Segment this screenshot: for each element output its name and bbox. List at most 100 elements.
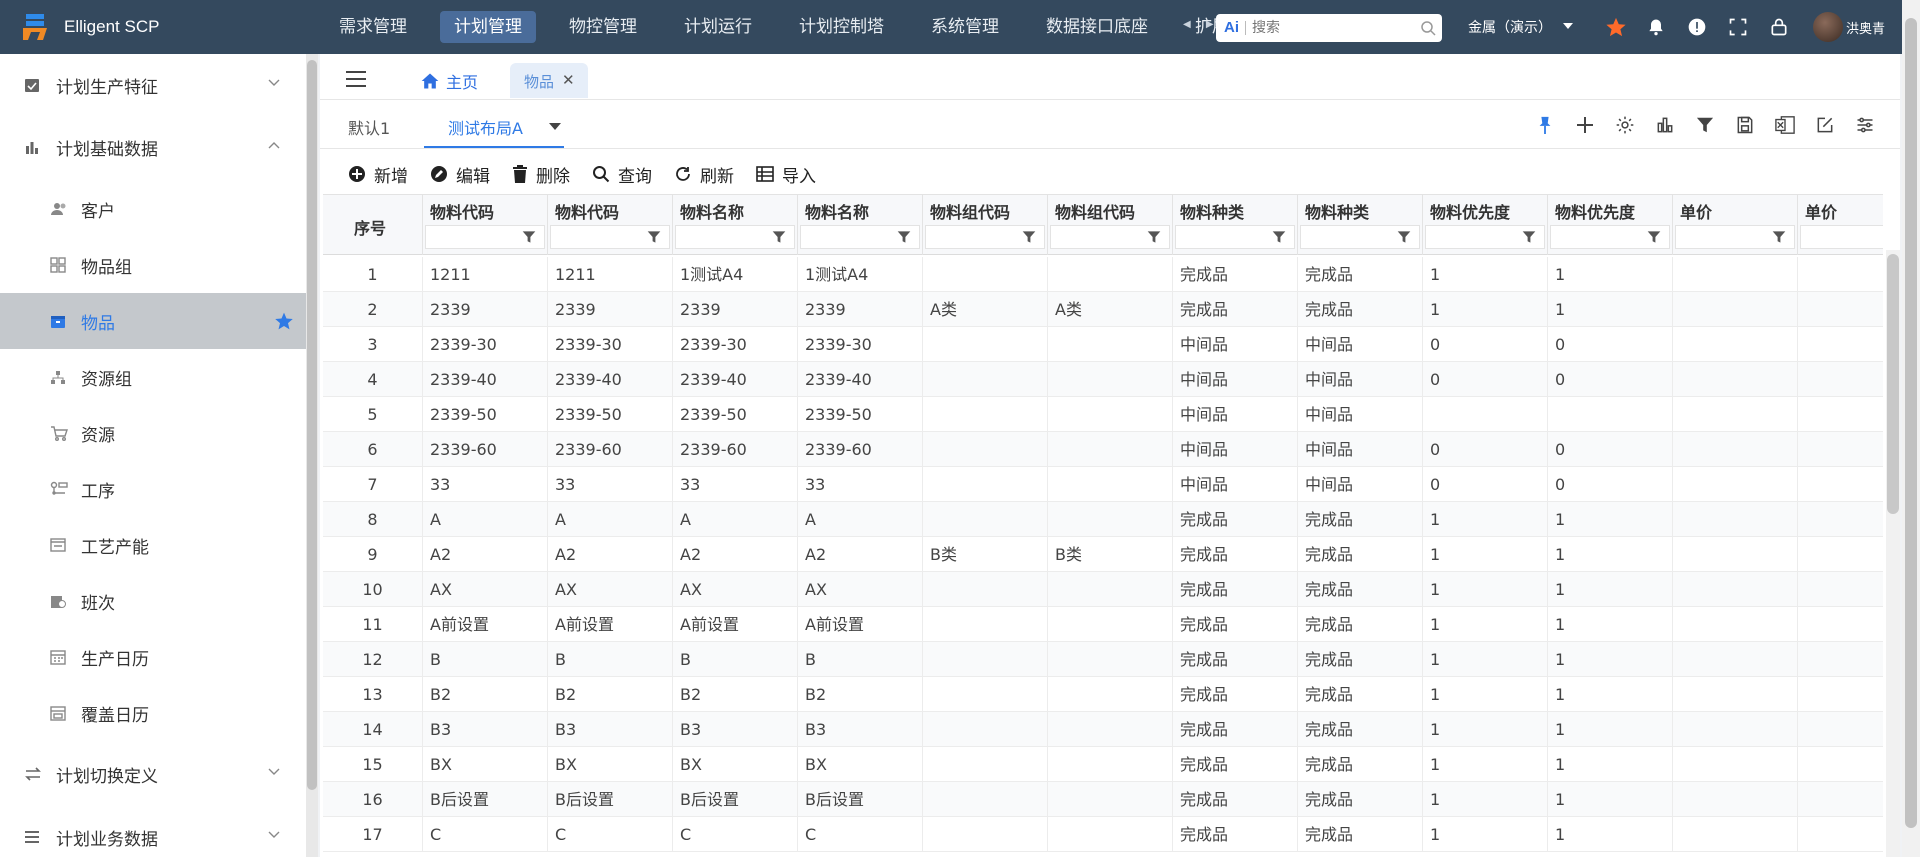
nav-scroll-arrows[interactable]: ◀ ▶ bbox=[1183, 19, 1220, 30]
table-cell[interactable]: 完成品 bbox=[1173, 292, 1298, 327]
table-cell[interactable]: 完成品 bbox=[1298, 502, 1423, 537]
gear-icon[interactable] bbox=[1612, 113, 1638, 137]
table-cell[interactable]: 0 bbox=[1548, 327, 1673, 362]
table-cell[interactable]: C bbox=[798, 817, 923, 852]
grid-scrollbar-thumb[interactable] bbox=[1887, 254, 1899, 514]
row-index-cell[interactable]: 3 bbox=[323, 327, 423, 362]
table-cell[interactable] bbox=[1048, 817, 1173, 852]
table-cell[interactable]: 完成品 bbox=[1298, 257, 1423, 292]
table-cell[interactable]: 完成品 bbox=[1173, 642, 1298, 677]
table-cell[interactable]: 2339-30 bbox=[798, 327, 923, 362]
chevron-down-icon[interactable] bbox=[549, 123, 561, 130]
table-cell[interactable] bbox=[923, 607, 1048, 642]
table-cell[interactable]: A2 bbox=[423, 537, 548, 572]
table-cell[interactable] bbox=[1798, 747, 1883, 782]
table-row[interactable]: 3 2339-30 2339-30 2339-30 2339-30 中间品 中间品 0 0 bbox=[323, 327, 1883, 362]
filter-icon[interactable] bbox=[1647, 230, 1661, 244]
table-cell[interactable] bbox=[1048, 677, 1173, 712]
table-cell[interactable] bbox=[923, 677, 1048, 712]
table-cell[interactable]: 0 bbox=[1548, 467, 1673, 502]
table-cell[interactable]: B bbox=[423, 642, 548, 677]
table-cell[interactable] bbox=[1673, 817, 1798, 852]
tab-items[interactable]: 物品 ✕ bbox=[510, 63, 588, 98]
table-row[interactable]: 14 B3 B3 B3 B3 完成品 完成品 1 1 bbox=[323, 712, 1883, 747]
table-cell[interactable] bbox=[1048, 257, 1173, 292]
table-cell[interactable] bbox=[1048, 572, 1173, 607]
nav-item-6[interactable]: 数据接口底座 bbox=[1032, 11, 1162, 43]
table-cell[interactable]: 中间品 bbox=[1173, 362, 1298, 397]
table-row[interactable]: 9 A2 A2 A2 A2 B类 B类 完成品 完成品 1 1 bbox=[323, 537, 1883, 572]
nav-item-5[interactable]: 系统管理 bbox=[917, 11, 1013, 43]
sidebar-item-0[interactable]: 客户 bbox=[0, 181, 306, 237]
table-cell[interactable]: 中间品 bbox=[1298, 362, 1423, 397]
table-cell[interactable]: B bbox=[548, 642, 673, 677]
table-cell[interactable] bbox=[1673, 642, 1798, 677]
table-cell[interactable]: 0 bbox=[1423, 467, 1548, 502]
table-cell[interactable]: 中间品 bbox=[1173, 327, 1298, 362]
table-cell[interactable]: 2339-50 bbox=[798, 397, 923, 432]
table-cell[interactable] bbox=[1798, 712, 1883, 747]
table-cell[interactable] bbox=[923, 362, 1048, 397]
row-index-cell[interactable]: 1 bbox=[323, 257, 423, 292]
table-cell[interactable] bbox=[1798, 782, 1883, 817]
nav-item-2[interactable]: 物控管理 bbox=[555, 11, 651, 43]
table-cell[interactable] bbox=[1798, 642, 1883, 677]
table-cell[interactable]: C bbox=[548, 817, 673, 852]
table-cell[interactable]: 2339 bbox=[673, 292, 798, 327]
table-cell[interactable]: 完成品 bbox=[1173, 502, 1298, 537]
row-index-cell[interactable]: 10 bbox=[323, 572, 423, 607]
table-cell[interactable] bbox=[1048, 712, 1173, 747]
add-button[interactable]: 新增 bbox=[348, 154, 408, 194]
table-cell[interactable]: A类 bbox=[923, 292, 1048, 327]
edit-export-icon[interactable] bbox=[1812, 113, 1838, 137]
table-cell[interactable] bbox=[1673, 572, 1798, 607]
table-cell[interactable]: 中间品 bbox=[1298, 397, 1423, 432]
table-cell[interactable] bbox=[1673, 747, 1798, 782]
sidebar-item-7[interactable]: 班次 bbox=[0, 573, 306, 629]
table-cell[interactable]: 2339 bbox=[423, 292, 548, 327]
lock-icon[interactable] bbox=[1767, 15, 1791, 39]
row-index-cell[interactable]: 15 bbox=[323, 747, 423, 782]
table-row[interactable]: 17 C C C C 完成品 完成品 1 1 bbox=[323, 817, 1883, 852]
table-cell[interactable]: 0 bbox=[1423, 432, 1548, 467]
table-cell[interactable]: 1 bbox=[1548, 817, 1673, 852]
table-cell[interactable]: 中间品 bbox=[1173, 467, 1298, 502]
sidebar-item-1[interactable]: 物品组 bbox=[0, 237, 306, 293]
sidebar-item-8[interactable]: 生产日历 bbox=[0, 629, 306, 685]
table-cell[interactable]: 2339-30 bbox=[673, 327, 798, 362]
table-cell[interactable]: 1 bbox=[1548, 257, 1673, 292]
nav-item-4[interactable]: 计划控制塔 bbox=[785, 11, 898, 43]
favorite-star-icon[interactable] bbox=[274, 311, 294, 331]
table-cell[interactable]: 完成品 bbox=[1298, 642, 1423, 677]
table-cell[interactable]: B后设置 bbox=[548, 782, 673, 817]
table-cell[interactable]: 2339 bbox=[548, 292, 673, 327]
nav-item-1[interactable]: 计划管理 bbox=[440, 11, 536, 43]
table-cell[interactable]: 33 bbox=[798, 467, 923, 502]
table-cell[interactable]: 1 bbox=[1423, 782, 1548, 817]
page-scroll-thumb[interactable] bbox=[1905, 18, 1917, 828]
row-index-cell[interactable]: 6 bbox=[323, 432, 423, 467]
table-cell[interactable] bbox=[1548, 397, 1673, 432]
filter-icon[interactable] bbox=[1147, 230, 1161, 244]
table-cell[interactable]: A2 bbox=[798, 537, 923, 572]
table-cell[interactable]: B3 bbox=[798, 712, 923, 747]
filter-icon[interactable] bbox=[897, 230, 911, 244]
query-button[interactable]: 查询 bbox=[592, 154, 652, 194]
column-header-7[interactable]: 物料种类 bbox=[1173, 195, 1298, 255]
table-cell[interactable] bbox=[1673, 712, 1798, 747]
sidebar-group-3[interactable]: 计划业务数据 bbox=[0, 809, 306, 857]
filter-icon[interactable] bbox=[772, 230, 786, 244]
sidebar-item-9[interactable]: 覆盖日历 bbox=[0, 685, 306, 741]
table-cell[interactable] bbox=[923, 572, 1048, 607]
table-cell[interactable]: 1 bbox=[1548, 607, 1673, 642]
table-cell[interactable]: B2 bbox=[423, 677, 548, 712]
sidebar-item-6[interactable]: 工艺产能 bbox=[0, 517, 306, 573]
table-cell[interactable]: A前设置 bbox=[548, 607, 673, 642]
row-index-cell[interactable]: 11 bbox=[323, 607, 423, 642]
table-cell[interactable]: B2 bbox=[673, 677, 798, 712]
table-cell[interactable]: 1 bbox=[1423, 817, 1548, 852]
save-icon[interactable] bbox=[1732, 113, 1758, 137]
table-cell[interactable] bbox=[1798, 607, 1883, 642]
table-cell[interactable] bbox=[1048, 362, 1173, 397]
table-cell[interactable]: 1 bbox=[1548, 782, 1673, 817]
